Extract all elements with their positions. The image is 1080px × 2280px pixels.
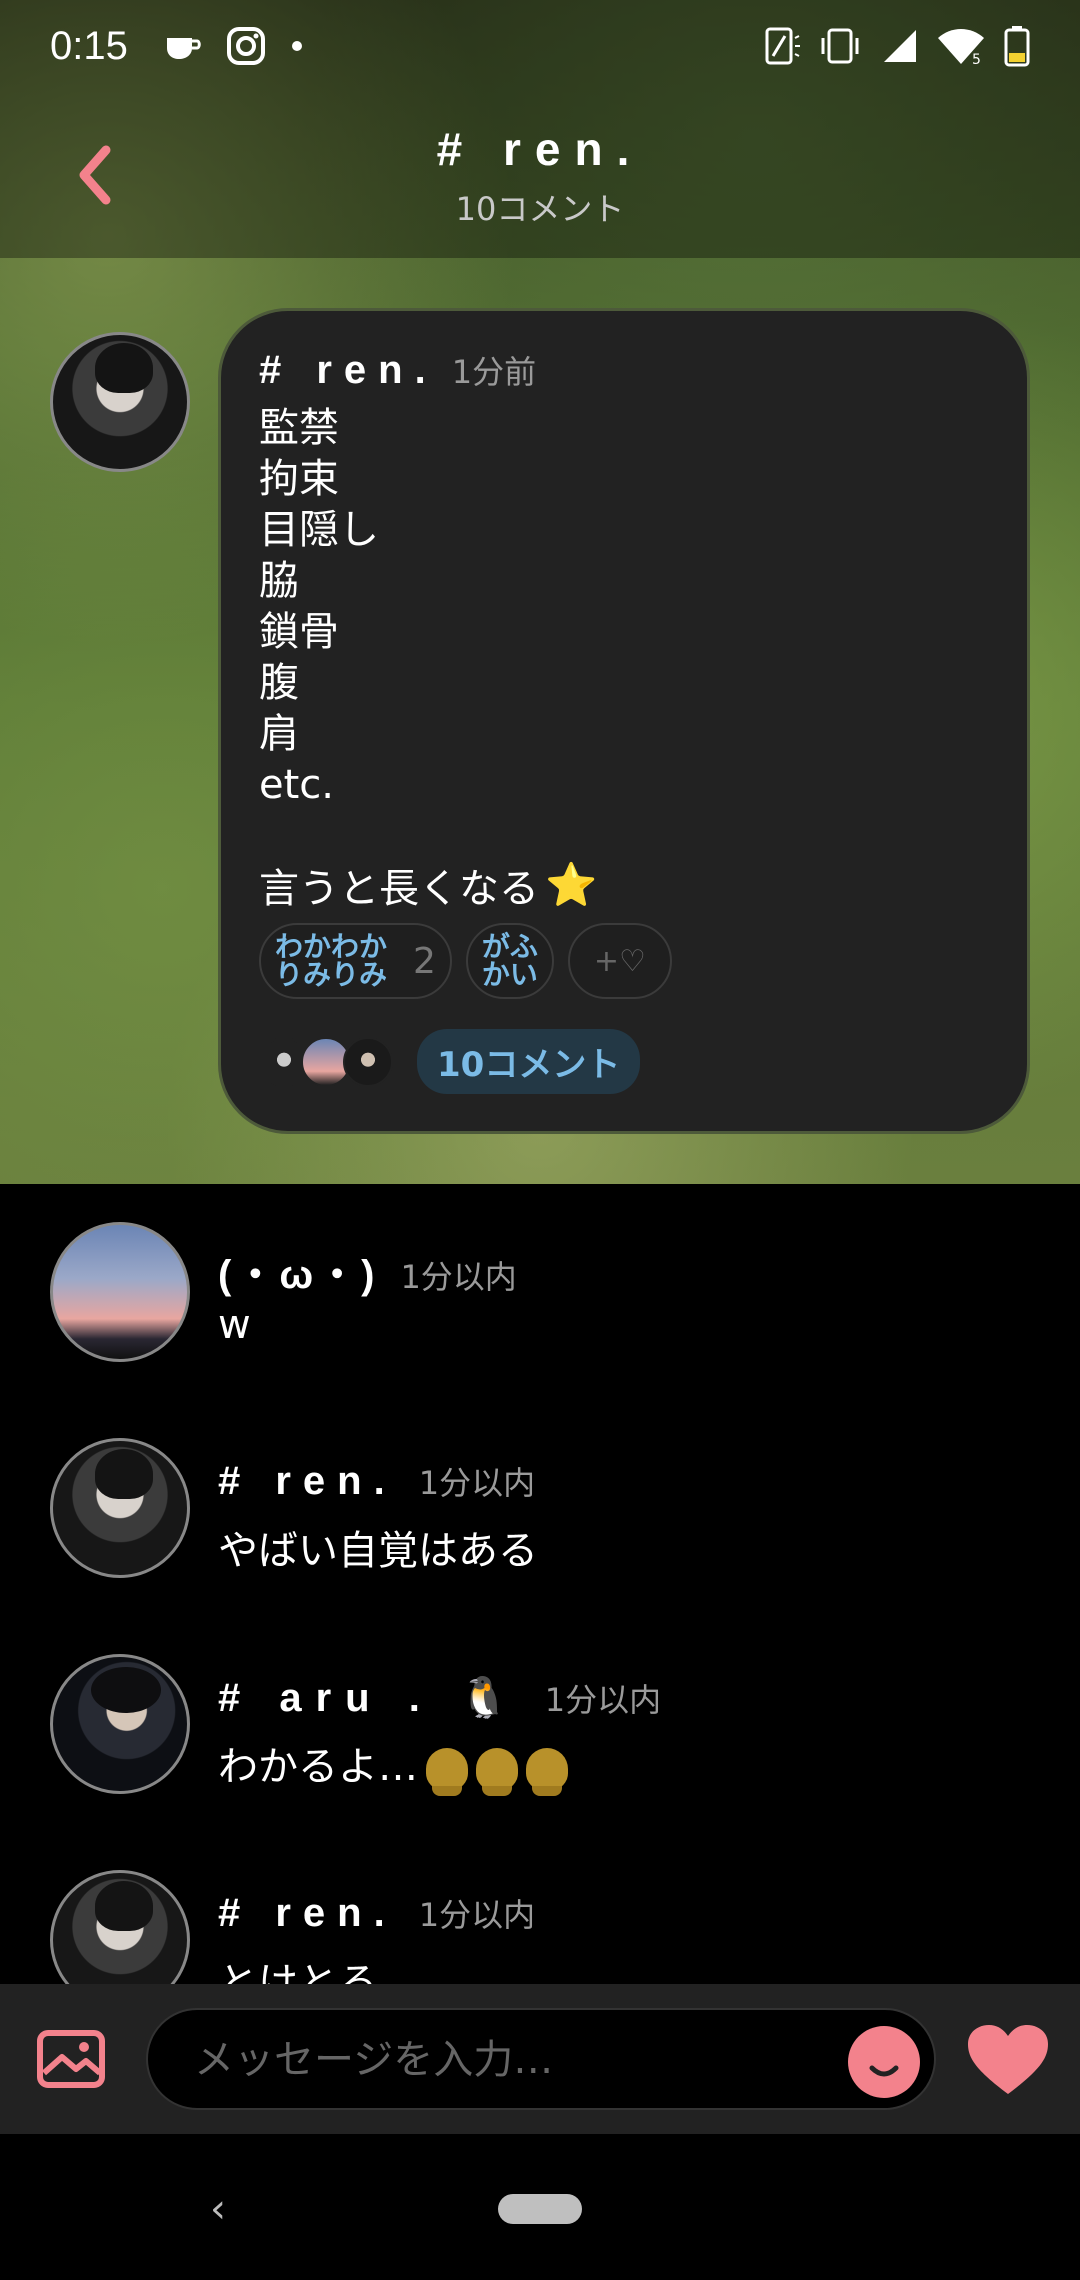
star-emoji: ⭐ [545, 860, 598, 909]
reaction-chip-gafukai[interactable]: がふかい [465, 923, 554, 999]
post-line: 拘束 [259, 456, 339, 502]
avatar[interactable] [50, 1870, 190, 1984]
smile-icon [869, 2065, 899, 2077]
system-nav-bar: ‹ [0, 2134, 1080, 2280]
post-line: 鎖骨 [259, 609, 339, 655]
chat-header: # ren. 10コメント [0, 92, 1080, 258]
post-body: 監禁 拘束 目隠し 脇 鎖骨 腹 肩 etc. [259, 403, 989, 811]
post-time: 1分前 [451, 353, 537, 391]
post-line: 肩 [259, 711, 299, 757]
dot-icon [291, 41, 302, 51]
commenter-avatars [259, 1036, 393, 1087]
comment-author[interactable]: # aru . 🐧 [218, 1674, 523, 1721]
reaction-count: 2 [413, 940, 436, 982]
svg-text:5: 5 [972, 52, 981, 66]
nav-back-icon[interactable]: ‹ [210, 2186, 226, 2232]
post-line: 監禁 [259, 405, 339, 451]
melting-face-emoji [426, 1748, 468, 1796]
status-system-icons: 5 [764, 25, 1030, 67]
reaction-list: わかわかりみりみ 2 がふかい +♡ [259, 923, 989, 999]
page-title: # ren. [436, 123, 644, 175]
comment-author[interactable]: (・ω・) [218, 1242, 378, 1300]
avatar[interactable] [50, 1654, 190, 1794]
post-final-line: 言うと長くなる ⭐ [259, 860, 598, 912]
comment-text: とけとる [218, 1960, 378, 1984]
post-footer: 10コメント [259, 1029, 989, 1094]
post-author-avatar[interactable] [50, 332, 190, 472]
comment-text: わかるよ… [218, 1734, 568, 1796]
list-item: (・ω・) 1分以内 w [0, 1184, 1080, 1384]
post-line: 目隠し [259, 507, 379, 553]
post-bubble: # ren. 1分前 監禁 拘束 目隠し 脇 鎖骨 腹 肩 etc. 言うと長く… [218, 308, 1030, 1134]
status-time: 0:15 [50, 23, 128, 68]
emoji-button[interactable] [848, 2026, 920, 2098]
comment-time: 1分以内 [400, 1258, 517, 1296]
comment-author[interactable]: # ren. [218, 1459, 397, 1504]
comment-list: (・ω・) 1分以内 w # ren. 1分以内 やばい自覚はある # aru … [0, 1184, 1080, 1984]
comment-time: 1分以内 [418, 1896, 536, 1934]
nav-home-pill[interactable] [498, 2194, 582, 2224]
post-author-name[interactable]: # ren. [259, 348, 438, 393]
nfc-icon [765, 27, 800, 65]
coffee-icon [166, 38, 201, 59]
avatar [343, 1036, 393, 1087]
melting-face-emoji [476, 1748, 518, 1796]
comment-count-button[interactable]: 10コメント [417, 1029, 641, 1094]
message-composer [0, 1984, 1080, 2134]
message-input-wrapper [146, 2008, 936, 2110]
comment-author[interactable]: # ren. [218, 1891, 397, 1936]
status-bar: 0:15 5 [0, 0, 1080, 92]
message-input[interactable] [148, 2010, 768, 2110]
status-notifications [164, 26, 304, 66]
comment-text: やばい自覚はある [218, 1528, 538, 1574]
wifi-icon: 5 [938, 29, 984, 66]
list-item: # aru . 🐧 1分以内 わかるよ… [0, 1616, 1080, 1816]
melting-face-emoji [526, 1748, 568, 1796]
post-line: 脇 [259, 558, 299, 604]
post-line: 腹 [259, 660, 299, 706]
image-icon[interactable] [36, 2029, 106, 2089]
vibrate-icon [821, 28, 859, 64]
add-reaction-button[interactable]: +♡ [567, 923, 672, 999]
avatar[interactable] [50, 1222, 190, 1362]
heart-icon[interactable] [966, 2024, 1050, 2096]
comment-time: 1分以内 [418, 1464, 536, 1502]
comment-time: 1分以内 [544, 1681, 662, 1719]
list-item: # ren. 1分以内 とけとる [0, 1832, 1080, 1984]
comment-count-subtitle: 10コメント [455, 190, 625, 228]
post-line: etc. [259, 762, 334, 808]
reaction-chip-wakariminn[interactable]: わかわかりみりみ 2 [259, 923, 452, 999]
list-item: # ren. 1分以内 やばい自覚はある [0, 1400, 1080, 1600]
signal-icon [884, 30, 916, 62]
comment-text: w [218, 1302, 251, 1348]
instagram-icon [226, 27, 265, 65]
battery-icon [1004, 26, 1030, 67]
avatar[interactable] [50, 1438, 190, 1578]
